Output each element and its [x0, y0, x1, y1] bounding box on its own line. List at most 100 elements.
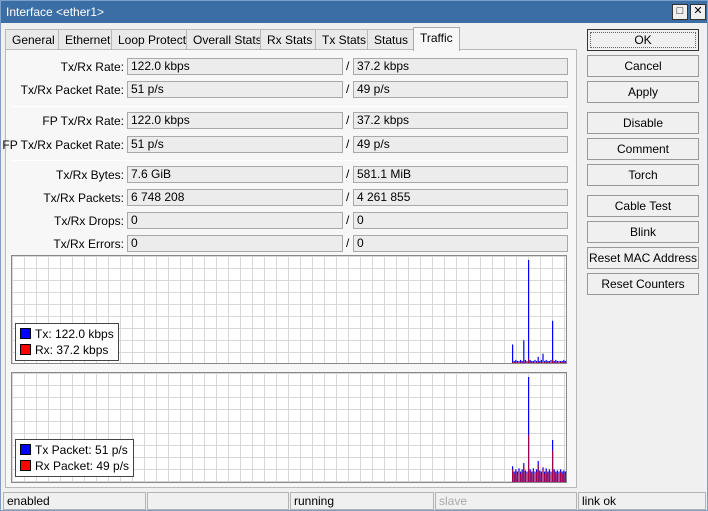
slash: / [346, 167, 350, 181]
status-bar: enabled running slave link ok [1, 491, 707, 511]
rx-drops-field[interactable]: 0 [353, 212, 568, 229]
rx-bar [518, 361, 520, 363]
slash: / [346, 113, 350, 127]
tx-bar [523, 340, 525, 363]
tab-loop-protect[interactable]: Loop Protect [111, 29, 194, 50]
rx-bar [520, 473, 522, 482]
status-slave: slave [435, 492, 577, 510]
cable-test-button[interactable]: Cable Test [587, 195, 699, 217]
txrx-bytes-label: Tx/Rx Bytes: [55, 168, 124, 182]
rx-bar [516, 473, 518, 482]
rx-bar [556, 361, 558, 363]
separator [12, 106, 570, 107]
legend-item-rx-packet: Rx Packet: 49 p/s [20, 458, 129, 474]
tx-bar [566, 361, 567, 363]
tx-packet-rate-field[interactable]: 51 p/s [127, 81, 343, 98]
legend-swatch-tx-packet [20, 444, 31, 455]
txrx-packet-rate-label: Tx/Rx Packet Rate: [20, 83, 124, 97]
tx-bytes-field[interactable]: 7.6 GiB [127, 166, 343, 183]
legend-swatch-tx [20, 328, 31, 339]
rx-bar [523, 466, 525, 482]
rx-bar [547, 473, 549, 482]
rx-bar [558, 361, 560, 363]
tx-rate-field[interactable]: 122.0 kbps [127, 58, 343, 75]
fp-rx-packet-rate-field[interactable]: 49 p/s [353, 136, 568, 153]
status-empty [147, 492, 289, 510]
maximize-icon[interactable]: □ [672, 4, 688, 20]
legend-label-rx-packet: Rx Packet: 49 p/s [35, 459, 130, 473]
tab-tx-stats[interactable]: Tx Stats [315, 29, 374, 50]
legend-item-rx: Rx: 37.2 kbps [20, 342, 114, 358]
slash: / [346, 213, 350, 227]
rx-packets-field[interactable]: 4 261 855 [353, 189, 568, 206]
rx-bar [544, 361, 546, 363]
rx-bar [550, 473, 552, 482]
disable-button[interactable]: Disable [587, 112, 699, 134]
rx-bar [523, 360, 525, 363]
rx-bar [552, 359, 554, 363]
fp-tx-rate-field[interactable]: 122.0 kbps [127, 112, 343, 129]
status-running: running [290, 492, 434, 510]
legend-label-tx-packet: Tx Packet: 51 p/s [35, 443, 128, 457]
blink-button[interactable]: Blink [587, 221, 699, 243]
tx-packets-field[interactable]: 6 748 208 [127, 189, 343, 206]
tx-bar [528, 260, 530, 363]
txrx-errors-label: Tx/Rx Errors: [53, 237, 124, 251]
rx-bar [563, 472, 565, 482]
rx-bar [529, 471, 531, 482]
rx-bar [550, 361, 552, 363]
rx-bar [534, 473, 536, 482]
rx-bar [528, 358, 530, 363]
tab-rx-stats[interactable]: Rx Stats [260, 29, 320, 50]
fp-tx-packet-rate-field[interactable]: 51 p/s [127, 136, 343, 153]
rx-bar [534, 361, 536, 363]
tx-drops-field[interactable]: 0 [127, 212, 343, 229]
tab-general[interactable]: General [5, 29, 62, 50]
close-icon[interactable]: ✕ [690, 4, 706, 20]
tab-overall-stats[interactable]: Overall Stats [186, 29, 269, 50]
rx-errors-field[interactable]: 0 [353, 235, 568, 252]
rate-graph: Tx: 122.0 kbps Rx: 37.2 kbps [11, 255, 567, 364]
fp-txrx-packet-rate-label: FP Tx/Rx Packet Rate: [2, 138, 124, 152]
fp-rx-rate-field[interactable]: 37.2 kbps [353, 112, 568, 129]
rx-bar [532, 361, 534, 363]
legend-swatch-rx-packet [20, 460, 31, 471]
rx-rate-field[interactable]: 37.2 kbps [353, 58, 568, 75]
legend-label-rx: Rx: 37.2 kbps [35, 343, 109, 357]
tx-bar [552, 320, 554, 363]
rx-bar [524, 472, 526, 482]
legend-item-tx-packet: Tx Packet: 51 p/s [20, 442, 129, 458]
tab-status[interactable]: Status [367, 29, 416, 50]
status-enabled: enabled [3, 492, 146, 510]
cancel-button[interactable]: Cancel [587, 55, 699, 77]
rx-bar [566, 472, 567, 483]
rx-bar [531, 361, 533, 363]
rx-bar [513, 473, 515, 482]
rx-bar [560, 471, 562, 482]
rx-bar [537, 465, 539, 482]
reset-counters-button[interactable]: Reset Counters [587, 273, 699, 295]
rx-bar [524, 361, 526, 363]
interface-window: Interface <ether1> □ ✕ General Ethernet … [0, 0, 708, 511]
apply-button[interactable]: Apply [587, 81, 699, 103]
rx-bar [536, 471, 538, 482]
rx-bar [515, 361, 517, 363]
rx-bar [526, 361, 528, 363]
rx-bar [560, 361, 562, 363]
ok-button[interactable]: OK [587, 29, 699, 51]
rate-graph-legend: Tx: 122.0 kbps Rx: 37.2 kbps [15, 323, 119, 361]
rx-packet-rate-field[interactable]: 49 p/s [353, 81, 568, 98]
rx-bar [526, 473, 528, 482]
rx-bytes-field[interactable]: 581.1 MiB [353, 166, 568, 183]
comment-button[interactable]: Comment [587, 138, 699, 160]
tab-traffic[interactable]: Traffic [413, 27, 460, 51]
tx-errors-field[interactable]: 0 [127, 235, 343, 252]
tab-ethernet[interactable]: Ethernet [58, 29, 118, 50]
packets-graph: Tx Packet: 51 p/s Rx Packet: 49 p/s [11, 372, 567, 483]
reset-mac-address-button[interactable]: Reset MAC Address [587, 247, 699, 269]
torch-button[interactable]: Torch [587, 164, 699, 186]
rx-bar [545, 470, 547, 482]
rx-bar [558, 473, 560, 482]
rx-bar [564, 473, 566, 482]
rx-bar [529, 361, 531, 363]
